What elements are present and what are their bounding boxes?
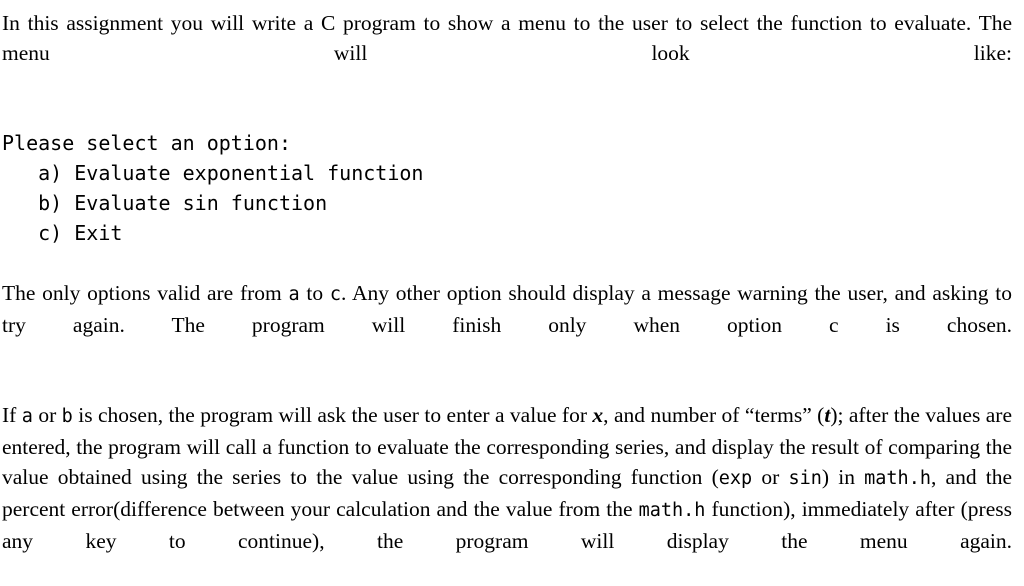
spacer-after-menu [2,248,1012,278]
menu-prompt: Please select an option: [2,131,291,155]
paragraph-behavior: If a or b is chosen, the program will as… [2,400,1012,586]
inline-code-math-h-second: math.h [638,500,706,521]
math-variable-x: x [592,403,604,427]
paragraph-intro-text: In this assignment you will write a C pr… [2,11,1012,65]
inline-code-option-c: c [329,284,342,305]
inline-code-option-a: a [288,284,300,305]
spacer-after-valid-options [2,370,1012,400]
inline-code-behavior-b: b [61,406,73,427]
inline-code-behavior-a: a [21,406,33,427]
menu-listing-block: Please select an option: a) Evaluate exp… [2,128,1012,248]
valid-options-text-part-1: The only options valid are from [2,281,289,305]
inline-code-math-h-first: math.h [864,468,931,489]
inline-code-sin: sin [788,468,822,489]
menu-option-b: b) Evaluate sin function [2,191,328,215]
valid-options-text-part-2: to [299,281,330,305]
document-page: In this assignment you will write a C pr… [0,0,1024,553]
paragraph-intro: In this assignment you will write a C pr… [2,8,1012,98]
paragraph-valid-options: The only options valid are from a to c. … [2,278,1012,370]
behavior-text-part-4: , and number of “terms” ( [603,403,825,427]
menu-option-a: a) Evaluate exponential function [2,161,424,185]
behavior-text-part-6: or [752,465,789,489]
behavior-text-part-1: If [2,403,22,427]
menu-option-c: c) Exit [2,221,123,245]
behavior-text-part-7: ) in [821,465,865,489]
spacer-after-intro [2,98,1012,128]
behavior-text-part-2: or [32,403,62,427]
document-body: In this assignment you will write a C pr… [2,8,1012,586]
behavior-text-part-3: is chosen, the program will ask the user… [72,403,593,427]
inline-code-exp: exp [718,468,753,489]
